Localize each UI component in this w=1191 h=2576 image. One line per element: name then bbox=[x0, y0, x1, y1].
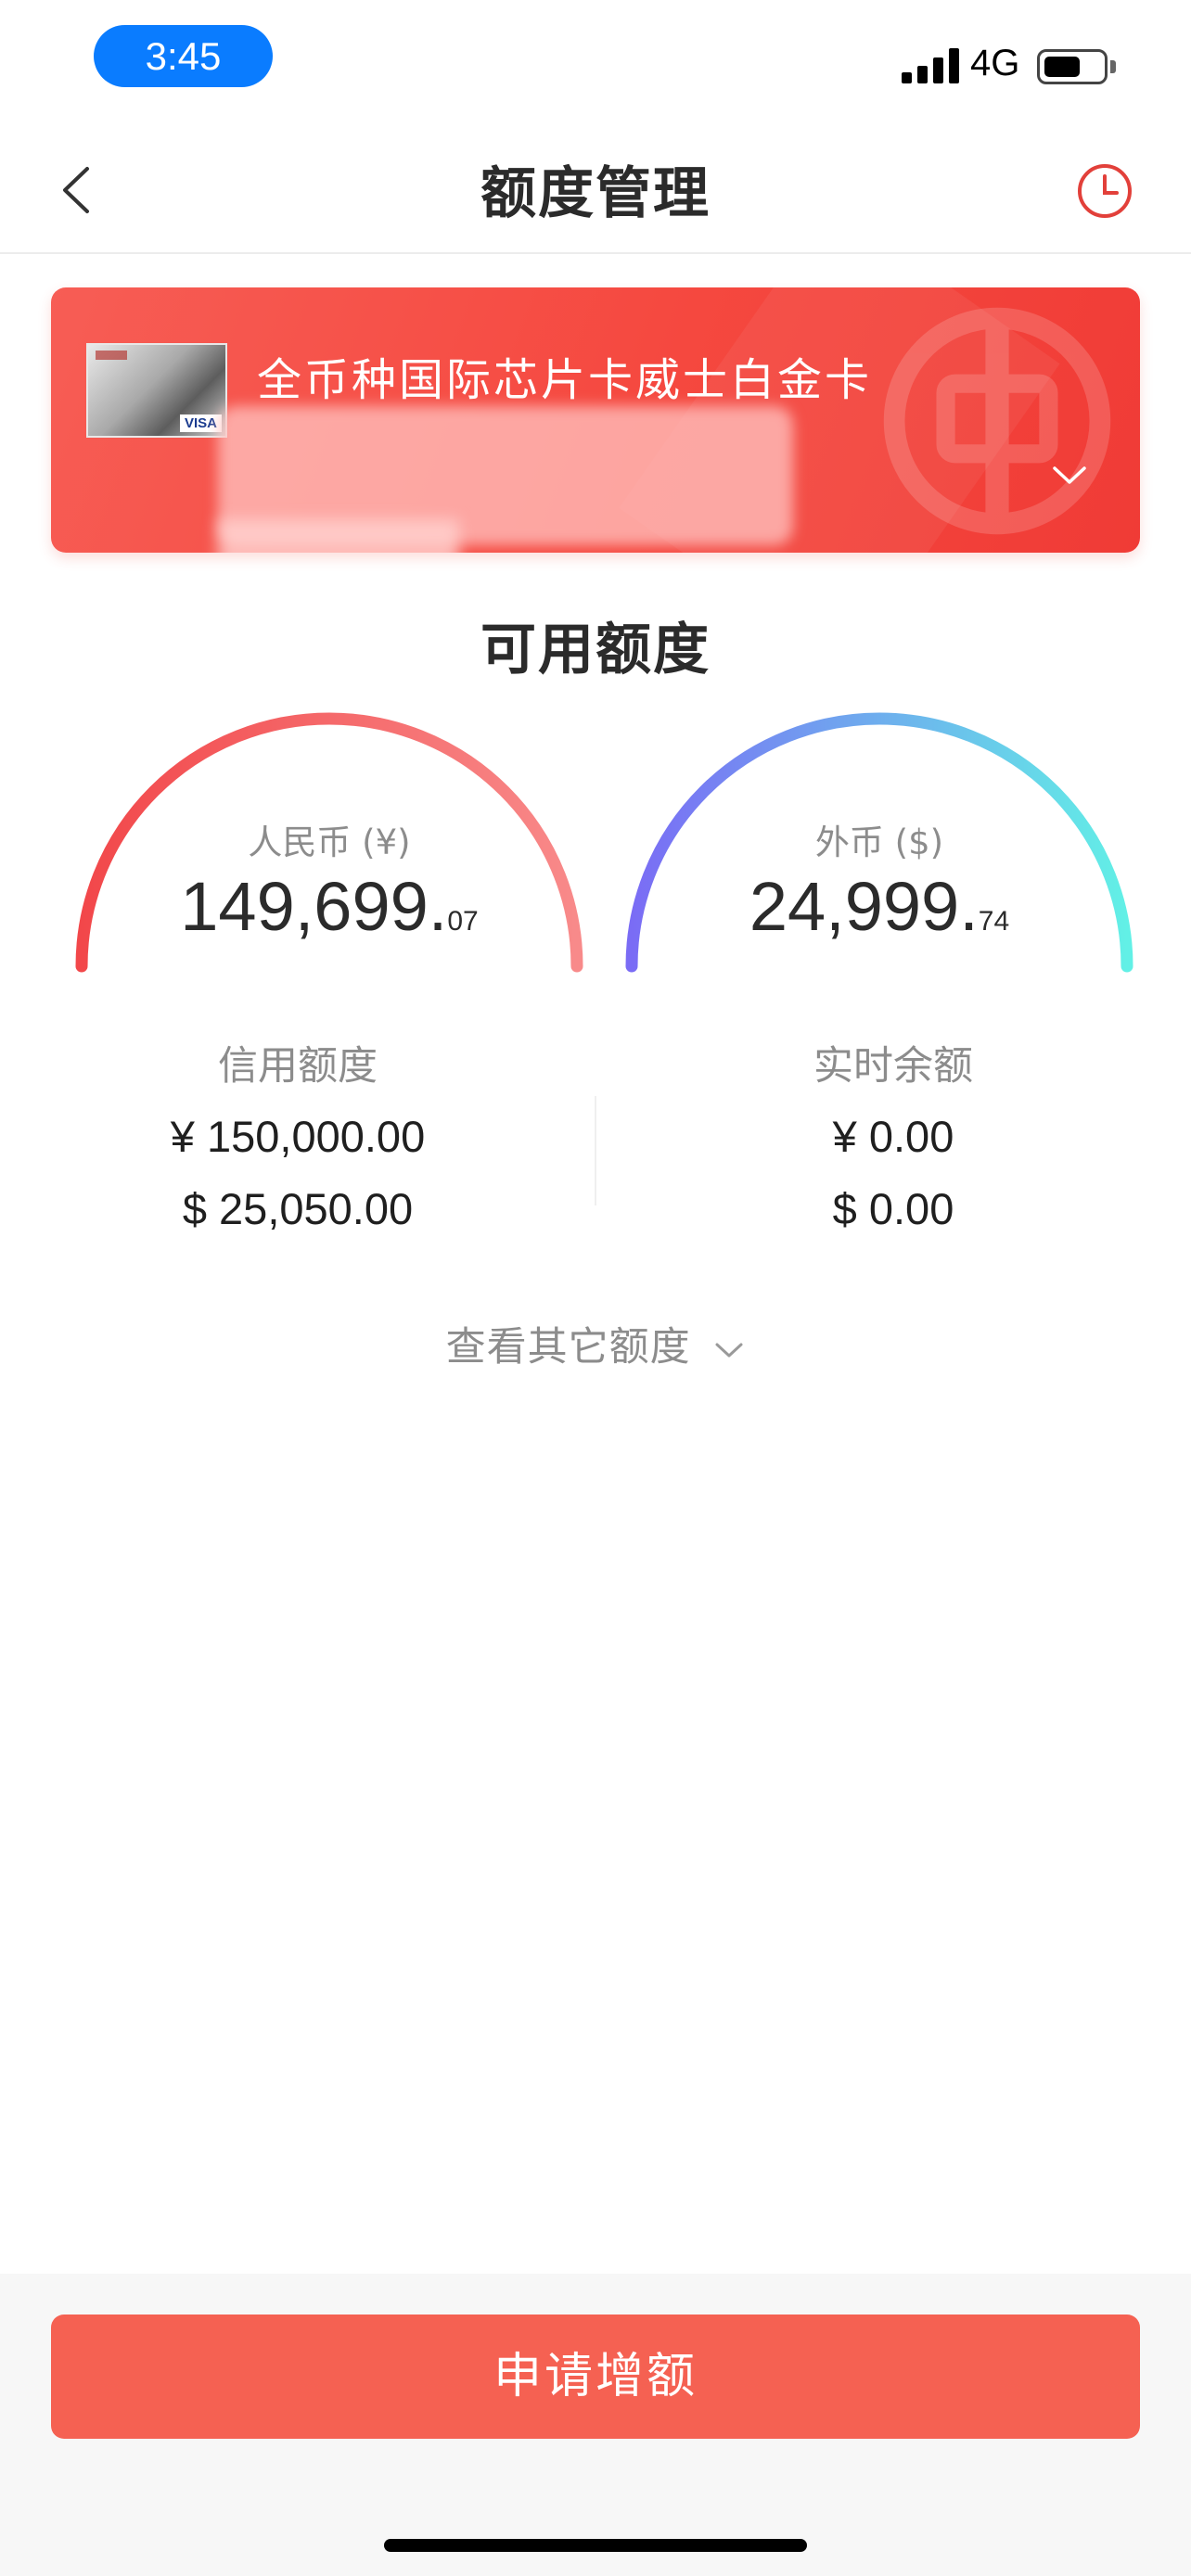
card-bank-mark bbox=[96, 351, 127, 360]
status-time: 3:45 bbox=[94, 25, 273, 87]
balance-cny: ¥ 0.00 bbox=[832, 1112, 954, 1161]
home-indicator bbox=[384, 2539, 807, 2552]
cellular-signal-icon bbox=[902, 48, 959, 83]
credit-limit-usd: $ 25,050.00 bbox=[182, 1184, 414, 1233]
redacted-card-number bbox=[218, 519, 459, 553]
cny-label: 人民币 (¥) bbox=[248, 823, 411, 862]
cny-amount-integer: 149,699. bbox=[180, 868, 448, 945]
foreign-available-amount: 24,999.74 bbox=[613, 867, 1146, 946]
balance-usd: $ 0.00 bbox=[832, 1184, 954, 1233]
bank-logo-watermark-icon bbox=[883, 307, 1111, 535]
apply-increase-button[interactable]: 申请增额 bbox=[51, 2315, 1140, 2439]
column-divider bbox=[595, 1096, 596, 1205]
chevron-down-icon bbox=[715, 1343, 743, 1357]
network-type: 4G bbox=[970, 43, 1020, 83]
cny-available-amount: 149,699.07 bbox=[63, 867, 596, 946]
card-name: 全币种国际芯片卡威士白金卡 bbox=[257, 354, 873, 406]
visa-logo: VISA bbox=[179, 414, 222, 432]
available-limit-title: 可用额度 bbox=[480, 618, 711, 682]
view-other-limits-label: 查看其它额度 bbox=[445, 1324, 691, 1371]
card-selector[interactable]: VISA 全币种国际芯片卡威士白金卡 bbox=[51, 287, 1140, 553]
battery-tip bbox=[1110, 60, 1116, 73]
battery-icon bbox=[1037, 49, 1108, 84]
header-divider bbox=[0, 252, 1191, 254]
card-thumbnail: VISA bbox=[86, 343, 227, 438]
view-other-limits-link[interactable]: 查看其它额度 bbox=[0, 1315, 1191, 1372]
foreign-amount-integer: 24,999. bbox=[749, 868, 979, 945]
chevron-down-icon bbox=[1053, 466, 1086, 484]
credit-limit-heading: 信用额度 bbox=[218, 1043, 378, 1090]
history-button[interactable] bbox=[1076, 162, 1133, 220]
balance-heading: 实时余额 bbox=[813, 1043, 973, 1090]
page-title: 额度管理 bbox=[480, 161, 711, 226]
clock-icon bbox=[1078, 164, 1132, 218]
credit-limit-cny: ¥ 150,000.00 bbox=[170, 1112, 426, 1161]
foreign-amount-cents: 74 bbox=[978, 906, 1010, 937]
cny-amount-cents: 07 bbox=[447, 906, 479, 937]
foreign-label: 外币 ($) bbox=[814, 823, 944, 862]
